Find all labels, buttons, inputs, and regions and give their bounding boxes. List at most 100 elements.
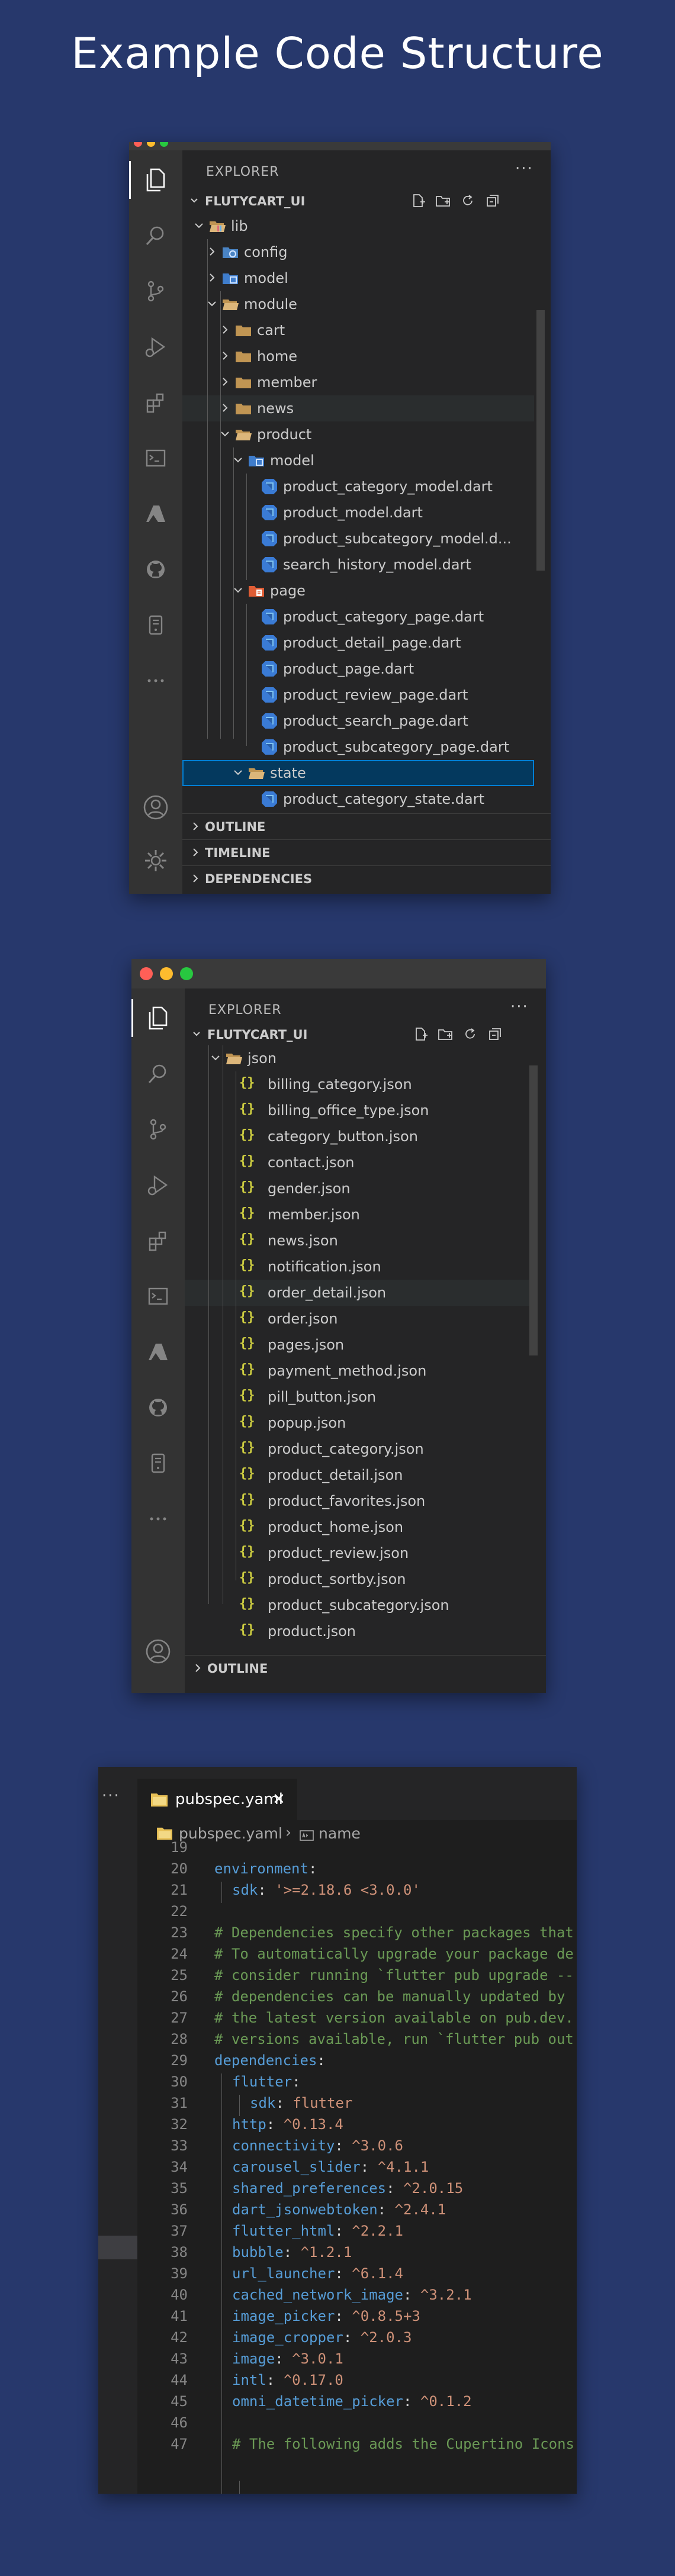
code-editor[interactable]: 19 20 environment: 21 sdk: '>=2.18.6 <3.0.0'… <box>137 1839 577 2494</box>
more-actions-icon[interactable]: ··· <box>510 998 529 1016</box>
tree-item[interactable]: module <box>182 291 534 317</box>
new-file-icon[interactable] <box>413 1026 428 1042</box>
maximize-window-button[interactable] <box>160 142 168 147</box>
scrollbar-thumb[interactable] <box>529 1065 538 1355</box>
tree-item[interactable]: {} member.json <box>185 1202 529 1228</box>
azure-activity-button[interactable] <box>129 490 182 537</box>
account-activity-button[interactable] <box>131 1628 185 1675</box>
code-token: # consider running `flutter pub upgrade … <box>214 1967 574 1983</box>
tree-item[interactable]: product_review_page.dart <box>182 682 534 708</box>
tree-item[interactable]: {} billing_office_type.json <box>185 1097 529 1123</box>
maximize-window-button[interactable] <box>180 967 193 980</box>
tree-item[interactable]: {} product.json <box>185 1618 529 1644</box>
tree-item[interactable]: {} notification.json <box>185 1254 529 1280</box>
tree-item[interactable]: product <box>182 421 534 447</box>
tree-item[interactable]: cart <box>182 317 534 343</box>
tree-item[interactable]: news <box>182 395 534 421</box>
tree-item[interactable]: {} product_subcategory.json <box>185 1592 529 1618</box>
source-control-activity-button[interactable] <box>129 268 182 315</box>
remote-explorer-activity-button[interactable] <box>129 601 182 649</box>
tree-item[interactable]: product_model.dart <box>182 500 534 526</box>
tree-item[interactable]: {} order.json <box>185 1306 529 1332</box>
tree-item[interactable]: {} contact.json <box>185 1149 529 1176</box>
tree-item[interactable]: {} gender.json <box>185 1176 529 1202</box>
tree-item[interactable]: product_category_page.dart <box>182 604 534 630</box>
tree-item[interactable]: product_subcategory_model.d... <box>182 526 534 552</box>
account-activity-button[interactable] <box>129 784 182 831</box>
more-actions-icon[interactable]: ··· <box>515 160 533 178</box>
tree-item[interactable]: product_page.dart <box>182 656 534 682</box>
tree-item[interactable]: state <box>182 760 534 786</box>
azure-activity-button[interactable] <box>131 1328 185 1376</box>
refresh-icon[interactable] <box>462 1026 478 1042</box>
line-number: 29 <box>171 2052 188 2069</box>
tree-item[interactable]: product_search_page.dart <box>182 708 534 734</box>
terminal-activity-button[interactable] <box>131 1273 185 1320</box>
github-activity-button[interactable] <box>131 1384 185 1431</box>
section-outline[interactable]: OUTLINE <box>182 813 551 839</box>
tree-item[interactable]: model <box>182 447 534 474</box>
tree-item[interactable]: {} product_review.json <box>185 1540 529 1566</box>
minimize-window-button[interactable] <box>147 142 155 147</box>
scrollbar-thumb[interactable] <box>536 310 545 571</box>
section-dependencies[interactable]: DEPENDENCIES <box>182 865 551 891</box>
remote-explorer-activity-button[interactable] <box>131 1440 185 1487</box>
extensions-activity-button[interactable] <box>131 1217 185 1264</box>
tree-item[interactable]: home <box>182 343 534 369</box>
section-outline[interactable]: OUTLINE <box>185 1655 546 1680</box>
tree-item[interactable]: lib <box>182 213 534 239</box>
tree-item[interactable]: {} pages.json <box>185 1332 529 1358</box>
files-activity-button[interactable] <box>129 156 182 204</box>
tree-item[interactable]: {} product_sortby.json <box>185 1566 529 1592</box>
new-file-icon[interactable] <box>410 193 426 208</box>
minimize-window-button[interactable] <box>160 967 173 980</box>
files-activity-button[interactable] <box>131 994 185 1042</box>
tree-item[interactable]: product_category_state.dart <box>182 786 534 812</box>
tree-item[interactable]: member <box>182 369 534 395</box>
collapse-all-icon[interactable] <box>487 1026 503 1042</box>
tree-item[interactable]: {} payment_method.json <box>185 1358 529 1384</box>
tree-item[interactable]: {} product_category.json <box>185 1436 529 1462</box>
run-debug-activity-button[interactable] <box>129 323 182 371</box>
new-folder-icon[interactable] <box>438 1026 453 1042</box>
tree-item[interactable]: {} billing_category.json <box>185 1071 529 1097</box>
collapse-all-icon[interactable] <box>485 193 500 208</box>
tree-item[interactable]: {} category_button.json <box>185 1123 529 1149</box>
search-activity-button[interactable] <box>129 212 182 259</box>
new-folder-icon[interactable] <box>435 193 451 208</box>
close-window-button[interactable] <box>134 142 142 147</box>
close-window-button[interactable] <box>140 967 153 980</box>
tree-item[interactable]: product_detail_page.dart <box>182 630 534 656</box>
more-views-activity-button[interactable] <box>131 1495 185 1543</box>
terminal-activity-button[interactable] <box>129 434 182 482</box>
tree-item[interactable]: {} product_favorites.json <box>185 1488 529 1514</box>
tree-item[interactable]: product_subcategory_page.dart <box>182 734 534 760</box>
code-line: 46 <box>137 2414 577 2436</box>
search-activity-button[interactable] <box>131 1050 185 1097</box>
tree-item[interactable]: model <box>182 265 534 291</box>
tree-item[interactable]: product_category_model.dart <box>182 474 534 500</box>
more-actions-icon[interactable]: ··· <box>102 1787 120 1805</box>
gear-activity-button[interactable] <box>129 837 182 884</box>
tree-item[interactable]: search_history_model.dart <box>182 552 534 578</box>
tree-item[interactable]: {} product_detail.json <box>185 1462 529 1488</box>
github-activity-button[interactable] <box>129 546 182 593</box>
tree-item[interactable]: {} pill_button.json <box>185 1384 529 1410</box>
tree-item[interactable]: page <box>182 578 534 604</box>
project-header[interactable]: FLUTYCART_UI <box>182 189 551 213</box>
tree-item[interactable]: {} popup.json <box>185 1410 529 1436</box>
source-control-activity-button[interactable] <box>131 1106 185 1153</box>
tree-item-folder[interactable]: json <box>185 1045 529 1071</box>
tab-pubspec[interactable]: pubspec.yaml ✕ <box>137 1779 297 1820</box>
tree-item[interactable]: {} order_detail.json <box>185 1280 529 1306</box>
project-header[interactable]: FLUTYCART_UI <box>185 1023 546 1046</box>
tree-item[interactable]: {} product_home.json <box>185 1514 529 1540</box>
more-views-activity-button[interactable] <box>129 657 182 704</box>
refresh-icon[interactable] <box>460 193 475 208</box>
tree-item[interactable]: {} news.json <box>185 1228 529 1254</box>
run-debug-activity-button[interactable] <box>131 1161 185 1209</box>
section-timeline[interactable]: TIMELINE <box>182 839 551 865</box>
extensions-activity-button[interactable] <box>129 379 182 426</box>
close-tab-icon[interactable]: ✕ <box>272 1791 285 1808</box>
tree-item[interactable]: config <box>182 239 534 265</box>
